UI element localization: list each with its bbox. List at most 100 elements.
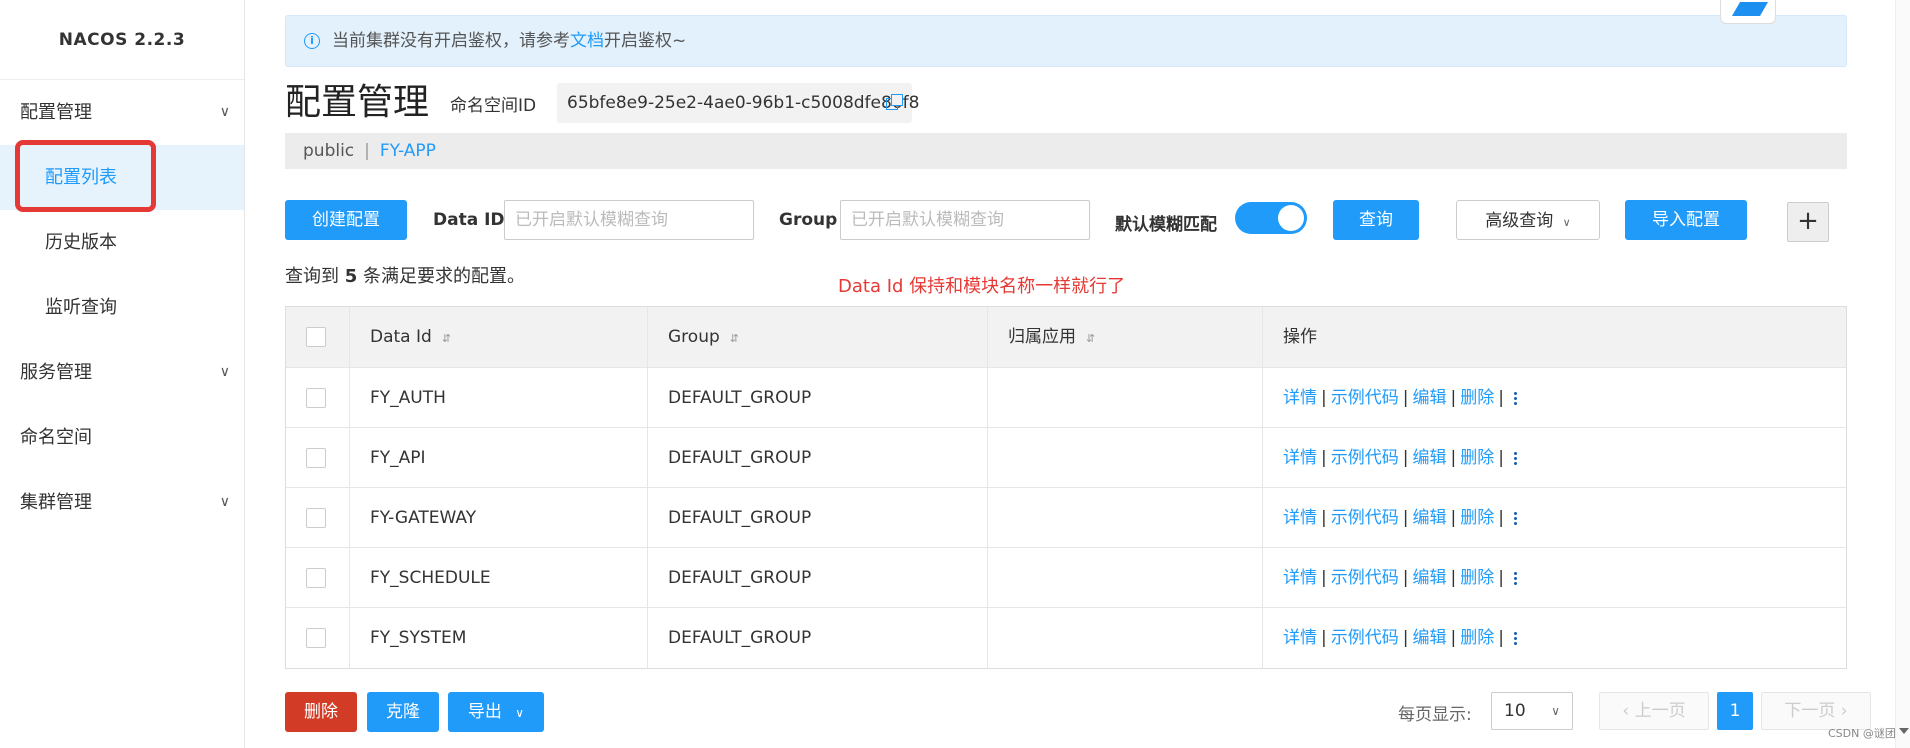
more-options-icon[interactable] (1513, 570, 1518, 587)
cell-dataid: FY_AUTH (350, 368, 648, 427)
edit-link[interactable]: 编辑 (1412, 508, 1446, 528)
table-row: FY-GATEWAY DEFAULT_GROUP 详情 | 示例代码 | 编辑 | 删除 | (286, 488, 1846, 548)
float-widget-icon[interactable] (1720, 0, 1776, 24)
row-checkbox[interactable] (306, 628, 326, 648)
more-options-icon[interactable] (1513, 390, 1518, 407)
row-checkbox[interactable] (306, 508, 326, 528)
more-options-icon[interactable] (1513, 630, 1518, 647)
row-checkbox[interactable] (306, 448, 326, 468)
namespace-tabs: public | FY-APP (285, 133, 1847, 169)
namespace-tab-fy-app[interactable]: FY-APP (380, 141, 436, 161)
sidebar-item-config-list[interactable]: 配置列表 (0, 145, 244, 210)
group-label: Group (779, 210, 838, 230)
op-separator: | (1450, 448, 1457, 468)
import-config-button[interactable]: 导入配置 (1625, 200, 1747, 240)
notice-text-after: 开启鉴权~ (604, 31, 687, 51)
more-options-icon[interactable] (1513, 450, 1518, 467)
summary-suffix: 条满足要求的配置。 (363, 266, 525, 287)
sort-icon[interactable]: ⇵ (730, 332, 739, 345)
next-page-label: 下一页 (1784, 701, 1836, 721)
cell-app (988, 548, 1263, 607)
namespace-id-label: 命名空间ID (450, 96, 537, 116)
brand-logo: NACOS 2.2.3 (0, 0, 244, 80)
info-icon: i (304, 33, 320, 49)
row-select-cell (286, 488, 350, 547)
select-all-checkbox[interactable] (306, 327, 326, 347)
delete-link[interactable]: 删除 (1460, 508, 1494, 528)
sample-code-link[interactable]: 示例代码 (1331, 388, 1399, 408)
detail-link[interactable]: 详情 (1283, 448, 1317, 468)
sidebar-group-service[interactable]: 服务管理 ∨ (0, 340, 244, 405)
header-app-label: 归属应用 (1008, 327, 1076, 347)
sidebar-group-namespace[interactable]: 命名空间 (0, 405, 244, 470)
create-config-button[interactable]: 创建配置 (285, 200, 407, 240)
sidebar-group-cluster[interactable]: 集群管理 ∨ (0, 470, 244, 535)
edit-link[interactable]: 编辑 (1412, 448, 1446, 468)
sidebar-item-listener-query[interactable]: 监听查询 (0, 275, 244, 340)
table-row: FY_SYSTEM DEFAULT_GROUP 详情 | 示例代码 | 编辑 | 删除 | (286, 608, 1846, 668)
result-summary: 查询到 5 条满足要求的配置。 (285, 262, 525, 288)
delete-link[interactable]: 删除 (1460, 568, 1494, 588)
sample-code-link[interactable]: 示例代码 (1331, 628, 1399, 648)
edit-link[interactable]: 编辑 (1412, 628, 1446, 648)
copy-icon[interactable] (886, 94, 903, 110)
cell-app (988, 428, 1263, 487)
op-separator: | (1321, 388, 1327, 408)
sample-code-link[interactable]: 示例代码 (1331, 568, 1399, 588)
row-checkbox[interactable] (306, 568, 326, 588)
delete-button[interactable]: 删除 (285, 692, 357, 732)
clone-button[interactable]: 克隆 (367, 692, 439, 732)
cell-ops: 详情 | 示例代码 | 编辑 | 删除 | (1263, 368, 1848, 427)
notice-doc-link[interactable]: 文档 (570, 31, 604, 51)
auth-notice-banner: i 当前集群没有开启鉴权，请参考文档开启鉴权~ (285, 15, 1847, 67)
vertical-scrollbar[interactable] (1895, 0, 1910, 748)
page-size-label: 每页显示: (1398, 705, 1472, 725)
table-row: FY_API DEFAULT_GROUP 详情 | 示例代码 | 编辑 | 删除 | (286, 428, 1846, 488)
delete-link[interactable]: 删除 (1460, 388, 1494, 408)
detail-link[interactable]: 详情 (1283, 508, 1317, 528)
dataid-search-input[interactable] (504, 200, 754, 240)
scroll-down-arrow-icon[interactable] (1899, 728, 1909, 734)
sidebar-item-history[interactable]: 历史版本 (0, 210, 244, 275)
sort-icon[interactable]: ⇵ (1086, 332, 1095, 345)
sample-code-link[interactable]: 示例代码 (1331, 448, 1399, 468)
row-checkbox[interactable] (306, 388, 326, 408)
op-separator: | (1450, 388, 1457, 408)
header-dataid[interactable]: Data Id ⇵ (350, 307, 648, 367)
prev-page-label: 上一页 (1634, 701, 1686, 721)
cell-group: DEFAULT_GROUP (648, 488, 988, 547)
page-button-current[interactable]: 1 (1717, 692, 1753, 730)
row-select-cell (286, 368, 350, 427)
op-separator: | (1450, 568, 1457, 588)
more-options-icon[interactable] (1513, 510, 1518, 527)
table-footer: 删除 克隆 导出 ∨ 每页显示: 10 ∨ ‹ 上一页 1 下一页 › (285, 692, 1885, 732)
namespace-tab-public[interactable]: public (303, 141, 354, 161)
header-app[interactable]: 归属应用 ⇵ (988, 307, 1263, 367)
query-button[interactable]: 查询 (1333, 200, 1419, 240)
table-row: FY_SCHEDULE DEFAULT_GROUP 详情 | 示例代码 | 编辑 | 删除 | (286, 548, 1846, 608)
delete-link[interactable]: 删除 (1460, 448, 1494, 468)
op-separator: | (1450, 508, 1457, 528)
cell-ops: 详情 | 示例代码 | 编辑 | 删除 | (1263, 428, 1848, 487)
sidebar-group-config[interactable]: 配置管理 ∨ (0, 80, 244, 145)
table-body: FY_AUTH DEFAULT_GROUP 详情 | 示例代码 | 编辑 | 删除 | FY_API… (286, 368, 1846, 668)
page-size-select[interactable]: 10 ∨ (1491, 692, 1573, 730)
group-search-input[interactable] (840, 200, 1090, 240)
edit-link[interactable]: 编辑 (1412, 568, 1446, 588)
plus-icon[interactable]: + (1787, 202, 1829, 242)
chevron-down-icon: ∨ (515, 706, 525, 720)
detail-link[interactable]: 详情 (1283, 628, 1317, 648)
export-button[interactable]: 导出 ∨ (448, 692, 544, 732)
edit-link[interactable]: 编辑 (1412, 388, 1446, 408)
prev-page-button[interactable]: ‹ 上一页 (1599, 692, 1709, 730)
delete-link[interactable]: 删除 (1460, 628, 1494, 648)
detail-link[interactable]: 详情 (1283, 388, 1317, 408)
chevron-down-icon: ∨ (219, 364, 230, 380)
advanced-query-button[interactable]: 高级查询 ∨ (1456, 200, 1600, 240)
fuzzy-match-toggle[interactable] (1235, 202, 1307, 234)
sample-code-link[interactable]: 示例代码 (1331, 508, 1399, 528)
detail-link[interactable]: 详情 (1283, 568, 1317, 588)
header-group[interactable]: Group ⇵ (648, 307, 988, 367)
cell-dataid: FY_SCHEDULE (350, 548, 648, 607)
sort-icon[interactable]: ⇵ (442, 332, 451, 345)
